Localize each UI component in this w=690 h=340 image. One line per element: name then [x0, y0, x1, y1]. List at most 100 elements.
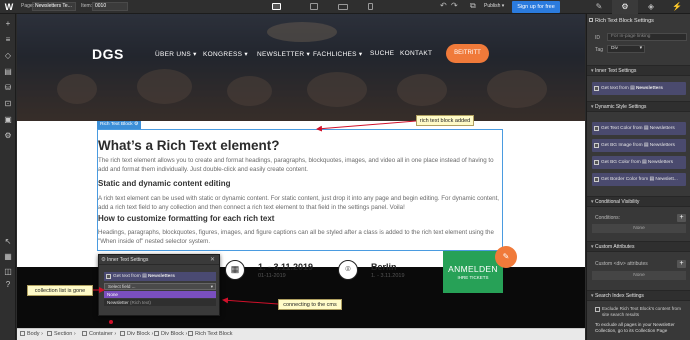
element-box-icon: [20, 331, 25, 336]
rich-text-block-tag[interactable]: Rich Text Block ⚙: [97, 121, 142, 129]
nav-ueber-uns[interactable]: ÜBER UNS ▾: [155, 50, 197, 58]
desktop-view-icon[interactable]: [272, 3, 281, 10]
anmelden-button[interactable]: ANMELDEN IHRE TICKETS: [443, 251, 503, 293]
nav-suche[interactable]: SUCHE: [370, 50, 394, 57]
checkbox-icon[interactable]: [594, 86, 599, 91]
dynamic-style-section[interactable]: ▼ Dynamic Style Settings: [587, 101, 690, 112]
field-option-newsletter-hint: (Rich text): [129, 300, 151, 305]
help-icon[interactable]: ?: [3, 280, 13, 290]
beitritt-button[interactable]: BEITRITT: [446, 44, 489, 63]
search-index-section[interactable]: ▼ Search Index Settings: [587, 290, 690, 301]
cms-database-icon[interactable]: ⛁: [3, 83, 13, 93]
pages-icon[interactable]: ▤: [3, 67, 13, 77]
style-tab-brush-icon[interactable]: ✎: [586, 0, 612, 14]
crumb-div-block-2[interactable]: Div Block ›: [154, 331, 187, 337]
bg-image-binding[interactable]: Get BG Image from ▤ Newsletters: [592, 139, 686, 152]
field-select[interactable]: Select field ... ▾: [104, 283, 216, 290]
settings-tab-gear-icon[interactable]: ⚙: [612, 0, 638, 14]
collection-page-hint[interactable]: To exclude all pages in your Newsletter …: [595, 322, 685, 334]
publish-button[interactable]: Publish ▾: [484, 3, 504, 9]
checkbox-icon[interactable]: [594, 177, 599, 182]
interactions-tab-bolt-icon[interactable]: ⚡: [664, 0, 690, 14]
select-cursor-icon[interactable]: ↖: [3, 237, 13, 247]
crumb-section[interactable]: Section ›: [47, 331, 76, 337]
location-pin-icon: ⌾: [338, 260, 358, 280]
settings-gear-icon[interactable]: ⚙: [134, 122, 138, 127]
settings-sliders-icon[interactable]: ⚙: [3, 131, 13, 141]
inner-text-settings-title: Inner Text Settings: [595, 68, 637, 74]
id-input[interactable]: For in-page linking: [607, 33, 687, 41]
panel-title-label: Rich Text Block Settings: [595, 18, 654, 24]
close-icon[interactable]: ✕: [210, 255, 215, 265]
conditional-visibility-section[interactable]: ▼ Conditional Visibility: [587, 196, 690, 207]
checkbox-icon[interactable]: [106, 274, 111, 279]
style-manager-tab-drops-icon[interactable]: ◈: [638, 0, 664, 14]
mobile-portrait-icon[interactable]: [368, 3, 373, 10]
webflow-designer: W Page: Newsletters Te... Item: 0010 ↶ ↷…: [0, 0, 690, 340]
attributes-none: None: [592, 271, 686, 280]
border-color-binding[interactable]: Get Border Color from ▤ Newslett...: [592, 173, 686, 186]
settings-panel: Rich Text Block Settings ID For in-page …: [586, 14, 690, 340]
inner-text-settings-popup[interactable]: ⚙ Inner Text Settings ✕ Get text from ▤ …: [98, 254, 220, 316]
item-label: Item:: [81, 3, 93, 9]
rich-text-paragraph-3: Headings, paragraphs, blockquotes, figur…: [98, 229, 494, 245]
get-text-from-toggle[interactable]: Get text from ▤ Newsletters: [104, 272, 216, 281]
caret-down-icon: ▼: [590, 244, 595, 249]
tag-select-value: Div: [611, 46, 618, 51]
crumb-div-block-2-label: Div Block: [161, 331, 184, 337]
checkbox-icon[interactable]: [594, 143, 599, 148]
hero-section[interactable]: DGS ÜBER UNS ▾ KONGRESS ▾ NEWSLETTER ▾ F…: [17, 14, 585, 121]
mobile-landscape-icon[interactable]: [338, 4, 348, 10]
field-option-newsletter[interactable]: Newsletter (Rich text): [104, 299, 216, 306]
orange-action-icon[interactable]: ✎: [495, 246, 517, 268]
page-value[interactable]: Newsletters Te...: [35, 3, 72, 9]
crumb-body[interactable]: Body ›: [20, 331, 43, 337]
navigator-icon[interactable]: ≡: [3, 35, 13, 45]
rich-text-paragraph-2: A rich text element can be used with sta…: [98, 195, 500, 211]
add-condition-button[interactable]: +: [677, 214, 686, 222]
checkbox-icon[interactable]: [594, 160, 599, 165]
crumb-div-block-1-label: Div Block: [127, 331, 150, 337]
inner-text-binding-card[interactable]: Get text from ▤ Newsletters: [592, 82, 686, 95]
checkbox-icon[interactable]: [594, 126, 599, 131]
top-bar: W Page: Newsletters Te... Item: 0010 ↶ ↷…: [0, 0, 690, 14]
code-view-icon[interactable]: ◫: [3, 267, 13, 277]
popup-title: Inner Text Settings: [107, 257, 149, 263]
crumb-container-label: Container: [89, 331, 113, 337]
signup-button[interactable]: Sign up for free: [512, 1, 560, 13]
item-value[interactable]: 0010: [95, 3, 106, 9]
crumb-rich-text-block[interactable]: Rich Text Block: [188, 331, 233, 337]
nav-fachliches[interactable]: FACHLICHES ▾: [313, 50, 362, 58]
element-box-icon: [47, 331, 52, 336]
chevron-down-icon: ▾: [210, 284, 213, 289]
conditional-visibility-title: Conditional Visibility: [595, 199, 640, 205]
webflow-logo-icon[interactable]: W: [4, 2, 14, 12]
nav-newsletter[interactable]: NEWSLETTER ▾: [257, 50, 310, 58]
tablet-view-icon[interactable]: [310, 3, 318, 10]
caret-down-icon: ▼: [590, 104, 595, 109]
guides-icon[interactable]: ▦: [3, 252, 13, 262]
custom-attributes-section[interactable]: ▼ Custom Attributes: [587, 241, 690, 252]
tag-select[interactable]: Div ▾: [607, 45, 645, 53]
ecommerce-cart-icon[interactable]: ⊡: [3, 99, 13, 109]
nav-kontakt[interactable]: KONTAKT: [400, 50, 432, 57]
add-attribute-button[interactable]: +: [677, 260, 686, 268]
crumb-container[interactable]: Container ›: [82, 331, 116, 337]
exclude-from-search-label: Exclude Rich Text Block's content from s…: [602, 306, 681, 317]
add-panel-icon[interactable]: +: [3, 19, 13, 29]
rich-text-paragraph-1: The rich text element allows you to crea…: [98, 157, 494, 173]
exclude-from-search-checkbox[interactable]: Exclude Rich Text Block's content from s…: [595, 306, 685, 318]
crumb-div-block-1[interactable]: Div Block ›: [120, 331, 153, 337]
inner-text-settings-section[interactable]: ▼ Inner Text Settings: [587, 65, 690, 76]
checkbox-icon[interactable]: [595, 307, 600, 312]
text-color-binding[interactable]: Get Text Color from ▤ Newsletters: [592, 122, 686, 135]
export-code-icon[interactable]: ⧉: [470, 1, 476, 11]
brand-logo[interactable]: DGS: [92, 46, 124, 62]
redo-icon[interactable]: ↷: [451, 1, 458, 10]
symbols-icon[interactable]: ◇: [3, 51, 13, 61]
undo-icon[interactable]: ↶: [440, 1, 447, 10]
field-option-none[interactable]: None: [104, 291, 216, 298]
bg-color-binding[interactable]: Get BG Color from ▤ Newsletters: [592, 156, 686, 169]
nav-kongress[interactable]: KONGRESS ▾: [203, 50, 248, 58]
assets-image-icon[interactable]: ▣: [3, 115, 13, 125]
